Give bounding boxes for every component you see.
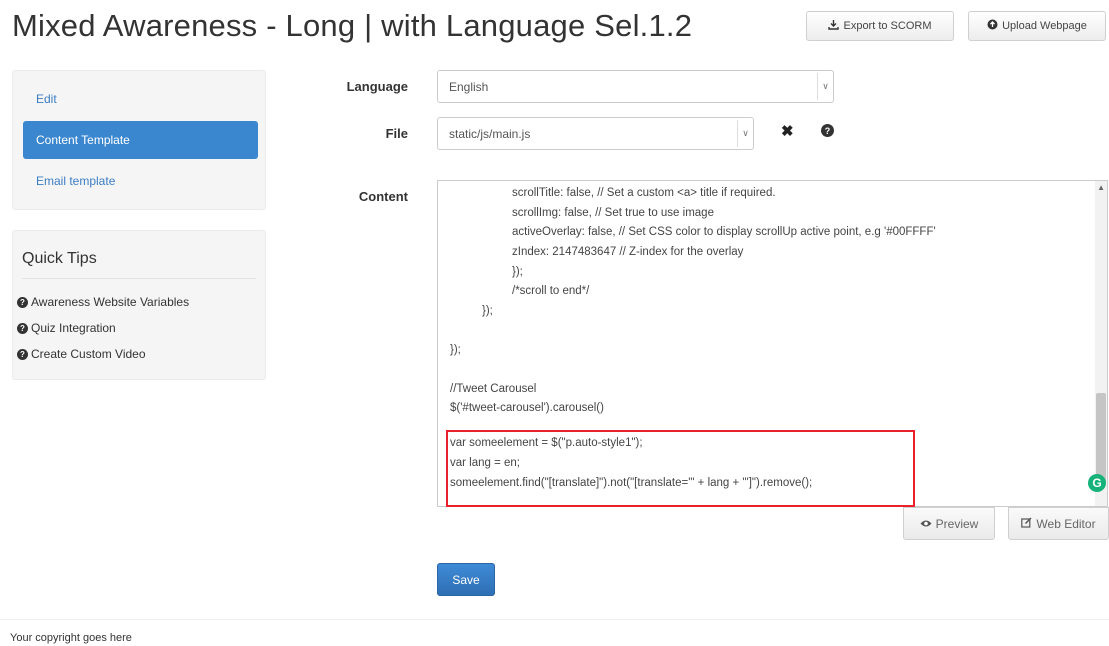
web-editor-label: Web Editor — [1036, 516, 1096, 531]
language-select[interactable]: English ∨ — [437, 70, 834, 103]
editor-scrollbar[interactable]: ▲ — [1095, 181, 1107, 506]
quick-tips-title: Quick Tips — [22, 250, 97, 267]
save-button[interactable]: Save — [437, 563, 495, 596]
footer-copyright: Your copyright goes here — [10, 632, 132, 644]
preview-button[interactable]: Preview — [903, 507, 995, 540]
code-line: scrollImg: false, // Set true to use ima… — [512, 207, 714, 219]
question-circle-icon: ? — [17, 322, 28, 334]
export-label: Export to SCORM — [843, 20, 932, 32]
code-line: }); — [512, 266, 523, 278]
export-to-scorm-button[interactable]: Export to SCORM — [806, 11, 954, 41]
tip-create-custom-video[interactable]: ? Create Custom Video — [17, 347, 146, 361]
tip-label: Quiz Integration — [31, 321, 116, 335]
sidebar-item-edit[interactable]: Edit — [23, 80, 258, 118]
footer-divider — [0, 619, 1109, 620]
file-label: File — [385, 126, 408, 141]
sidebar-item-label: Edit — [36, 92, 57, 106]
code-line: activeOverlay: false, // Set CSS color t… — [512, 226, 936, 238]
eye-icon — [920, 517, 932, 531]
file-select[interactable]: static/js/main.js ∨ — [437, 117, 754, 150]
content-label: Content — [358, 189, 408, 204]
sidebar-item-label: Email template — [36, 174, 116, 188]
quick-tips-panel: Quick Tips ? Awareness Website Variables… — [12, 230, 266, 380]
code-line: $('#tweet-carousel').carousel() — [450, 402, 604, 414]
sidebar-item-content-template[interactable]: Content Template — [23, 121, 258, 159]
question-circle-icon: ? — [17, 296, 28, 308]
tip-label: Create Custom Video — [31, 347, 146, 361]
divider — [22, 278, 256, 279]
upload-webpage-button[interactable]: Upload Webpage — [968, 11, 1106, 41]
scrollbar-thumb[interactable] — [1096, 393, 1106, 483]
tip-awareness-website-variables[interactable]: ? Awareness Website Variables — [17, 295, 189, 309]
code-line: }); — [450, 344, 461, 356]
language-label: Language — [346, 79, 408, 94]
chevron-down-icon: ∨ — [817, 73, 833, 100]
code-line: }); — [482, 305, 493, 317]
code-line: scrollTitle: false, // Set a custom <a> … — [512, 187, 776, 199]
sidebar-item-email-template[interactable]: Email template — [23, 162, 258, 200]
question-circle-icon: ? — [17, 348, 28, 360]
web-editor-button[interactable]: Web Editor — [1008, 507, 1109, 540]
close-icon[interactable]: ✖ — [781, 122, 794, 140]
code-line: /*scroll to end*/ — [512, 285, 590, 297]
language-select-value: English — [449, 79, 489, 94]
tip-label: Awareness Website Variables — [31, 295, 190, 309]
tip-quiz-integration[interactable]: ? Quiz Integration — [17, 321, 116, 335]
highlight-box — [446, 430, 915, 507]
scroll-up-icon[interactable]: ▲ — [1097, 183, 1105, 192]
question-circle-icon[interactable]: ? — [821, 124, 834, 137]
sidebar-nav: Edit Content Template Email template — [12, 70, 266, 210]
file-select-value: static/js/main.js — [449, 126, 531, 141]
export-icon — [828, 19, 840, 33]
code-line: //Tweet Carousel — [450, 383, 537, 395]
sidebar-item-label: Content Template — [36, 133, 130, 147]
grammarly-icon[interactable]: G — [1088, 474, 1106, 492]
upload-icon — [987, 19, 998, 33]
code-line: zIndex: 2147483647 // Z-index for the ov… — [512, 246, 744, 258]
edit-icon — [1021, 516, 1032, 531]
upload-label: Upload Webpage — [1002, 20, 1087, 32]
chevron-down-icon: ∨ — [737, 120, 753, 147]
preview-label: Preview — [935, 516, 979, 531]
page-title: Mixed Awareness - Long | with Language S… — [12, 8, 693, 43]
